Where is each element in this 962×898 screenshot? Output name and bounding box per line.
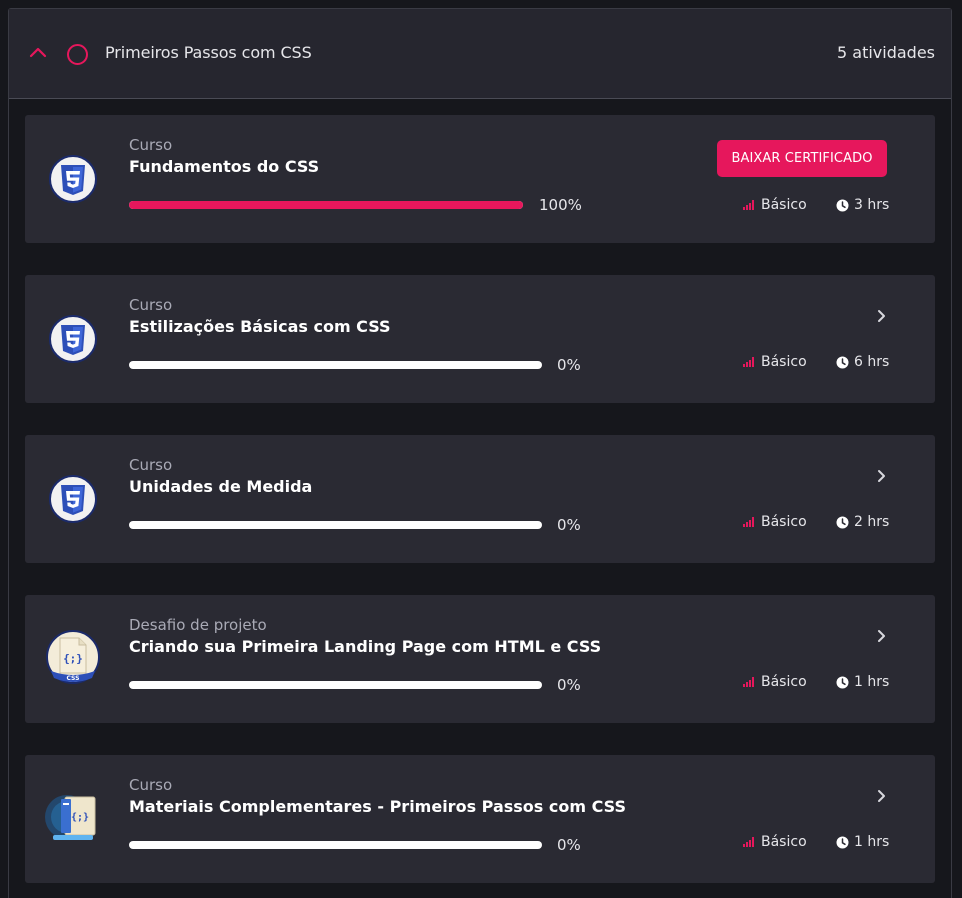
activity-card[interactable]: {;} CSS Desafio de projeto Criando sua P… <box>25 595 935 723</box>
activity-kind: Curso <box>129 456 173 474</box>
level-label: Básico <box>761 354 807 370</box>
duration-label: 2 hrs <box>854 514 890 530</box>
duration-indicator: 1 hrs <box>836 674 889 690</box>
progress-percent: 0% <box>557 676 581 694</box>
module-title: Primeiros Passos com CSS <box>105 43 312 62</box>
css3-icon <box>49 475 97 523</box>
module-activity-count: 5 atividades <box>837 43 935 62</box>
clock-icon <box>836 836 849 848</box>
duration-indicator: 3 hrs <box>836 197 889 213</box>
progress-percent: 0% <box>557 516 581 534</box>
chevron-right-icon[interactable] <box>877 789 887 803</box>
progress-bar <box>129 841 542 849</box>
module-header[interactable]: Primeiros Passos com CSS 5 atividades <box>9 9 951 99</box>
css3-icon <box>49 155 97 203</box>
chevron-right-icon[interactable] <box>877 309 887 323</box>
clock-icon <box>836 356 849 368</box>
duration-indicator: 1 hrs <box>836 834 889 850</box>
duration-label: 3 hrs <box>854 197 890 213</box>
signal-bars-icon <box>743 677 754 687</box>
activity-card[interactable]: {;} Curso Materiais Complementares - Pri… <box>25 755 935 883</box>
chevron-right-icon[interactable] <box>877 469 887 483</box>
activity-card[interactable]: Curso Fundamentos do CSS 100% BAIXAR CER… <box>25 115 935 243</box>
duration-label: 6 hrs <box>854 354 890 370</box>
progress-bar <box>129 521 542 529</box>
activity-title[interactable]: Unidades de Medida <box>129 477 312 496</box>
activity-title[interactable]: Fundamentos do CSS <box>129 157 319 176</box>
progress-percent: 100% <box>539 196 582 214</box>
level-label: Básico <box>761 834 807 850</box>
signal-bars-icon <box>743 837 754 847</box>
signal-bars-icon <box>743 357 754 367</box>
css3-icon <box>49 315 97 363</box>
module-panel: Primeiros Passos com CSS 5 atividades Cu… <box>8 8 952 898</box>
duration-label: 1 hrs <box>854 674 890 690</box>
svg-text:{;}: {;} <box>63 652 83 665</box>
progress-bar <box>129 201 523 209</box>
clock-icon <box>836 676 849 688</box>
module-status-ring <box>67 44 88 65</box>
code-document-icon: {;} <box>43 789 103 849</box>
level-label: Básico <box>761 197 807 213</box>
chevron-up-icon[interactable] <box>29 46 47 58</box>
signal-bars-icon <box>743 200 754 210</box>
activity-card[interactable]: Curso Estilizações Básicas com CSS 0% Bá… <box>25 275 935 403</box>
level-label: Básico <box>761 674 807 690</box>
activity-kind: Curso <box>129 776 173 794</box>
duration-indicator: 2 hrs <box>836 514 889 530</box>
clock-icon <box>836 199 849 211</box>
css-file-icon: {;} CSS <box>45 629 101 685</box>
level-indicator: Básico <box>743 674 807 690</box>
level-label: Básico <box>761 514 807 530</box>
activity-title[interactable]: Criando sua Primeira Landing Page com HT… <box>129 637 601 656</box>
activity-title[interactable]: Estilizações Básicas com CSS <box>129 317 391 336</box>
level-indicator: Básico <box>743 354 807 370</box>
clock-icon <box>836 516 849 528</box>
download-certificate-button[interactable]: BAIXAR CERTIFICADO <box>717 140 887 177</box>
level-indicator: Básico <box>743 834 807 850</box>
level-indicator: Básico <box>743 197 807 213</box>
progress-percent: 0% <box>557 836 581 854</box>
progress-percent: 0% <box>557 356 581 374</box>
activity-kind: Curso <box>129 136 173 154</box>
level-indicator: Básico <box>743 514 807 530</box>
activity-kind: Curso <box>129 296 173 314</box>
activity-title[interactable]: Materiais Complementares - Primeiros Pas… <box>129 797 626 816</box>
css-badge-text: CSS <box>67 675 80 682</box>
signal-bars-icon <box>743 517 754 527</box>
activity-kind: Desafio de projeto <box>129 616 267 634</box>
chevron-right-icon[interactable] <box>877 629 887 643</box>
duration-indicator: 6 hrs <box>836 354 889 370</box>
duration-label: 1 hrs <box>854 834 890 850</box>
svg-text:{;}: {;} <box>71 812 89 823</box>
progress-bar <box>129 681 542 689</box>
activity-card[interactable]: Curso Unidades de Medida 0% Básico 2 hrs <box>25 435 935 563</box>
progress-bar <box>129 361 542 369</box>
